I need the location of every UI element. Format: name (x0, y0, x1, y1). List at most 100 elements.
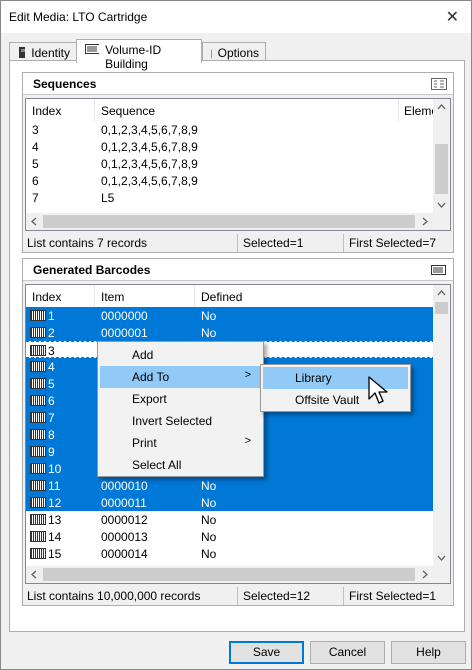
row-defined: No (201, 326, 217, 340)
row-index: 6 (48, 394, 55, 408)
list-item[interactable]: 4 0,1,2,3,4,5,6,7,8,9 (26, 138, 435, 155)
row-index: 14 (48, 530, 62, 544)
scroll-right-icon[interactable] (416, 213, 433, 230)
cancel-button[interactable]: Cancel (310, 641, 385, 664)
barcode-icon (431, 265, 446, 275)
table-row[interactable]: 13 0000012 No (26, 511, 435, 528)
column-header-index[interactable]: Index (32, 104, 61, 118)
tab-identity[interactable]: Identity (9, 42, 77, 62)
row-index: 15 (48, 547, 62, 561)
title-bar: Edit Media: LTO Cartridge ✕ (1, 1, 471, 33)
list-item[interactable]: 7 L5 (26, 189, 435, 206)
column-header-defined[interactable]: Defined (201, 290, 242, 304)
row-index: 3 (48, 344, 55, 358)
scrollbar-thumb[interactable] (435, 144, 448, 194)
scroll-down-icon[interactable] (433, 549, 450, 566)
row-index: 13 (48, 513, 62, 527)
column-header-sequence[interactable]: Sequence (101, 104, 155, 118)
menu-item-label: Library (295, 371, 332, 385)
scroll-down-icon[interactable] (433, 196, 450, 213)
selected-count: Selected=12 (243, 589, 311, 603)
tape-icon (19, 47, 26, 58)
column-divider[interactable] (194, 285, 195, 307)
scroll-left-icon[interactable] (26, 213, 43, 230)
list-item[interactable]: 3 0,1,2,3,4,5,6,7,8,9 (26, 121, 435, 138)
vertical-scrollbar[interactable] (433, 99, 450, 213)
row-item: 0000001 (101, 326, 148, 340)
barcode-icon (85, 44, 100, 54)
scrollbar-thumb[interactable] (43, 568, 415, 581)
scroll-up-icon[interactable] (433, 99, 450, 116)
horizontal-scrollbar[interactable] (26, 566, 433, 583)
barcode-icon (30, 345, 46, 356)
record-count: List contains 7 records (27, 236, 148, 250)
list-item[interactable]: 5 0,1,2,3,4,5,6,7,8,9 (26, 155, 435, 172)
record-count: List contains 10,000,000 records (27, 589, 201, 603)
context-menu: Add Add To > Export Invert Selected Print… (97, 341, 264, 477)
row-sequence: 0,1,2,3,4,5,6,7,8,9 (101, 174, 198, 188)
barcode-icon (30, 310, 46, 321)
row-item: 0000011 (101, 496, 147, 510)
row-item: 0000014 (101, 547, 148, 561)
save-button[interactable]: Save (229, 641, 304, 664)
sequence-grid-icon (431, 78, 447, 90)
tab-label: Options (217, 46, 259, 60)
close-icon[interactable]: ✕ (446, 7, 459, 27)
help-button[interactable]: Help (391, 641, 466, 664)
tab-label: Identity (31, 46, 70, 60)
column-divider[interactable] (94, 99, 95, 121)
options-icon (211, 49, 212, 59)
barcode-icon (30, 429, 46, 440)
menu-item-export[interactable]: Export (100, 388, 261, 410)
barcodes-header: Generated Barcodes (23, 259, 453, 281)
horizontal-scrollbar[interactable] (26, 213, 433, 230)
row-defined: No (201, 309, 217, 323)
status-divider (237, 234, 238, 252)
row-item: 0000012 (101, 513, 148, 527)
menu-item-invert-selected[interactable]: Invert Selected (100, 410, 261, 432)
vertical-scrollbar[interactable] (433, 285, 450, 566)
row-defined: No (201, 496, 217, 510)
row-defined: No (201, 479, 217, 493)
row-index: 1 (48, 309, 55, 323)
table-row[interactable]: 12 0000011 No (26, 494, 435, 511)
table-row[interactable]: 14 0000013 No (26, 528, 435, 545)
barcodes-status-bar: List contains 10,000,000 records Selecte… (25, 587, 451, 605)
tab-volume-id-building[interactable]: Volume-ID Building (76, 39, 202, 71)
barcode-icon (30, 497, 46, 508)
status-divider (237, 587, 238, 605)
tab-label: Volume-ID Building (105, 43, 162, 71)
list-item[interactable]: 6 0,1,2,3,4,5,6,7,8,9 (26, 172, 435, 189)
sequences-list[interactable]: Index Sequence Elemen 3 0,1,2,3,4,5,6,7,8… (25, 98, 451, 231)
tab-options[interactable]: Options (202, 42, 266, 62)
column-header-item[interactable]: Item (101, 290, 124, 304)
menu-item-label: Print (132, 436, 157, 450)
row-defined: No (201, 547, 217, 561)
scroll-right-icon[interactable] (416, 566, 433, 583)
column-header-index[interactable]: Index (32, 290, 61, 304)
row-index: 4 (48, 360, 55, 374)
mouse-cursor-icon (368, 376, 388, 404)
table-row[interactable]: 2 0000001 No (26, 324, 435, 341)
menu-item-add[interactable]: Add (100, 344, 261, 366)
scroll-left-icon[interactable] (26, 566, 43, 583)
column-divider[interactable] (398, 99, 399, 121)
scrollbar-thumb[interactable] (435, 302, 448, 314)
row-index: 5 (48, 377, 55, 391)
row-index: 7 (32, 191, 39, 205)
sequences-status-bar: List contains 7 records Selected=1 First… (25, 234, 451, 252)
row-sequence: 0,1,2,3,4,5,6,7,8,9 (101, 123, 198, 137)
menu-item-add-to[interactable]: Add To > (100, 366, 261, 388)
table-row[interactable]: 1 0000000 No (26, 307, 435, 324)
menu-item-print[interactable]: Print > (100, 432, 261, 454)
menu-item-label: Invert Selected (132, 414, 213, 428)
row-index: 7 (48, 411, 55, 425)
scrollbar-thumb[interactable] (43, 215, 415, 228)
row-index: 8 (48, 428, 55, 442)
menu-item-select-all[interactable]: Select All (100, 454, 261, 476)
row-index: 12 (48, 496, 62, 510)
scroll-up-icon[interactable] (433, 285, 450, 302)
table-row[interactable]: 15 0000014 No (26, 545, 435, 562)
column-divider[interactable] (94, 285, 95, 307)
table-row[interactable]: 11 0000010 No (26, 477, 435, 494)
